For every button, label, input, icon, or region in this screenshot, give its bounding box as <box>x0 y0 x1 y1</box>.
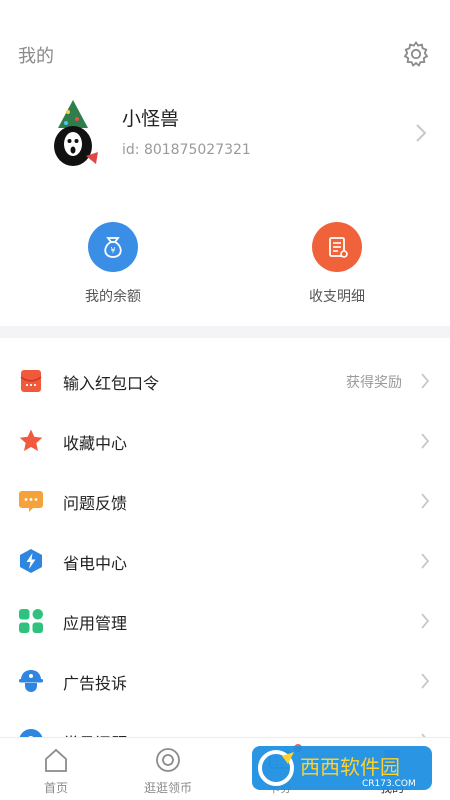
balance-button[interactable]: ¥ 我的余额 <box>48 222 178 312</box>
balance-label: 我的余额 <box>85 289 141 305</box>
chevron-right-icon <box>420 432 430 450</box>
apps-grid-icon <box>18 608 44 634</box>
transactions-label: 收支明细 <box>309 289 365 305</box>
nickname: 小怪兽 <box>122 108 180 130</box>
menu-item-ad-complaint[interactable]: 广告投诉 <box>0 652 450 712</box>
menu-item-label: 收藏中心 <box>63 434 128 453</box>
tab-home[interactable]: 首页 <box>0 738 112 800</box>
watermark-text: 西西软件园 <box>300 755 400 779</box>
header: 我的 <box>0 0 450 90</box>
menu-item-red-envelope-code[interactable]: 输入红包口令 获得奖励 <box>0 352 450 412</box>
star-icon <box>18 428 44 454</box>
ledger-icon <box>312 222 362 272</box>
tab-earn-coins[interactable]: 逛逛领币 <box>112 738 224 800</box>
watermark-logo: 西西软件园 CR173.COM <box>252 742 432 794</box>
menu-item-feedback[interactable]: 问题反馈 <box>0 472 450 532</box>
menu-item-label: 省电中心 <box>63 554 128 573</box>
coin-icon <box>154 746 182 774</box>
menu-item-label: 广告投诉 <box>63 674 128 693</box>
user-id: id: 801875027321 <box>122 142 251 158</box>
menu-item-favorites[interactable]: 收藏中心 <box>0 412 450 472</box>
menu-item-label: 输入红包口令 <box>63 374 160 393</box>
menu-item-label: 问题反馈 <box>63 494 128 513</box>
gear-icon[interactable] <box>402 40 430 68</box>
chevron-right-icon <box>420 372 430 390</box>
avatar[interactable] <box>46 98 100 170</box>
tab-label: 逛逛领币 <box>143 781 192 795</box>
transactions-button[interactable]: 收支明细 <box>272 222 402 312</box>
menu-item-label: 应用管理 <box>63 614 128 633</box>
power-saving-icon <box>18 548 44 574</box>
section-divider <box>0 326 450 338</box>
menu-item-power-saving[interactable]: 省电中心 <box>0 532 450 592</box>
reward-hint: 获得奖励 <box>346 375 402 391</box>
home-icon <box>42 746 70 774</box>
wallet-icon: ¥ <box>88 222 138 272</box>
complaint-icon <box>18 668 44 694</box>
chevron-right-icon <box>420 672 430 690</box>
red-envelope-icon <box>18 368 44 394</box>
menu-item-app-management[interactable]: 应用管理 <box>0 592 450 652</box>
profile-card[interactable]: 小怪兽 id: 801875027321 <box>0 92 450 182</box>
page-title: 我的 <box>18 46 54 67</box>
chevron-right-icon <box>420 612 430 630</box>
chevron-right-icon <box>414 122 428 144</box>
tab-label: 首页 <box>43 781 68 795</box>
svg-text:¥: ¥ <box>110 246 115 255</box>
chevron-right-icon <box>420 492 430 510</box>
feedback-icon <box>18 488 44 514</box>
chevron-right-icon <box>420 552 430 570</box>
watermark-subtext: CR173.COM <box>362 779 416 789</box>
